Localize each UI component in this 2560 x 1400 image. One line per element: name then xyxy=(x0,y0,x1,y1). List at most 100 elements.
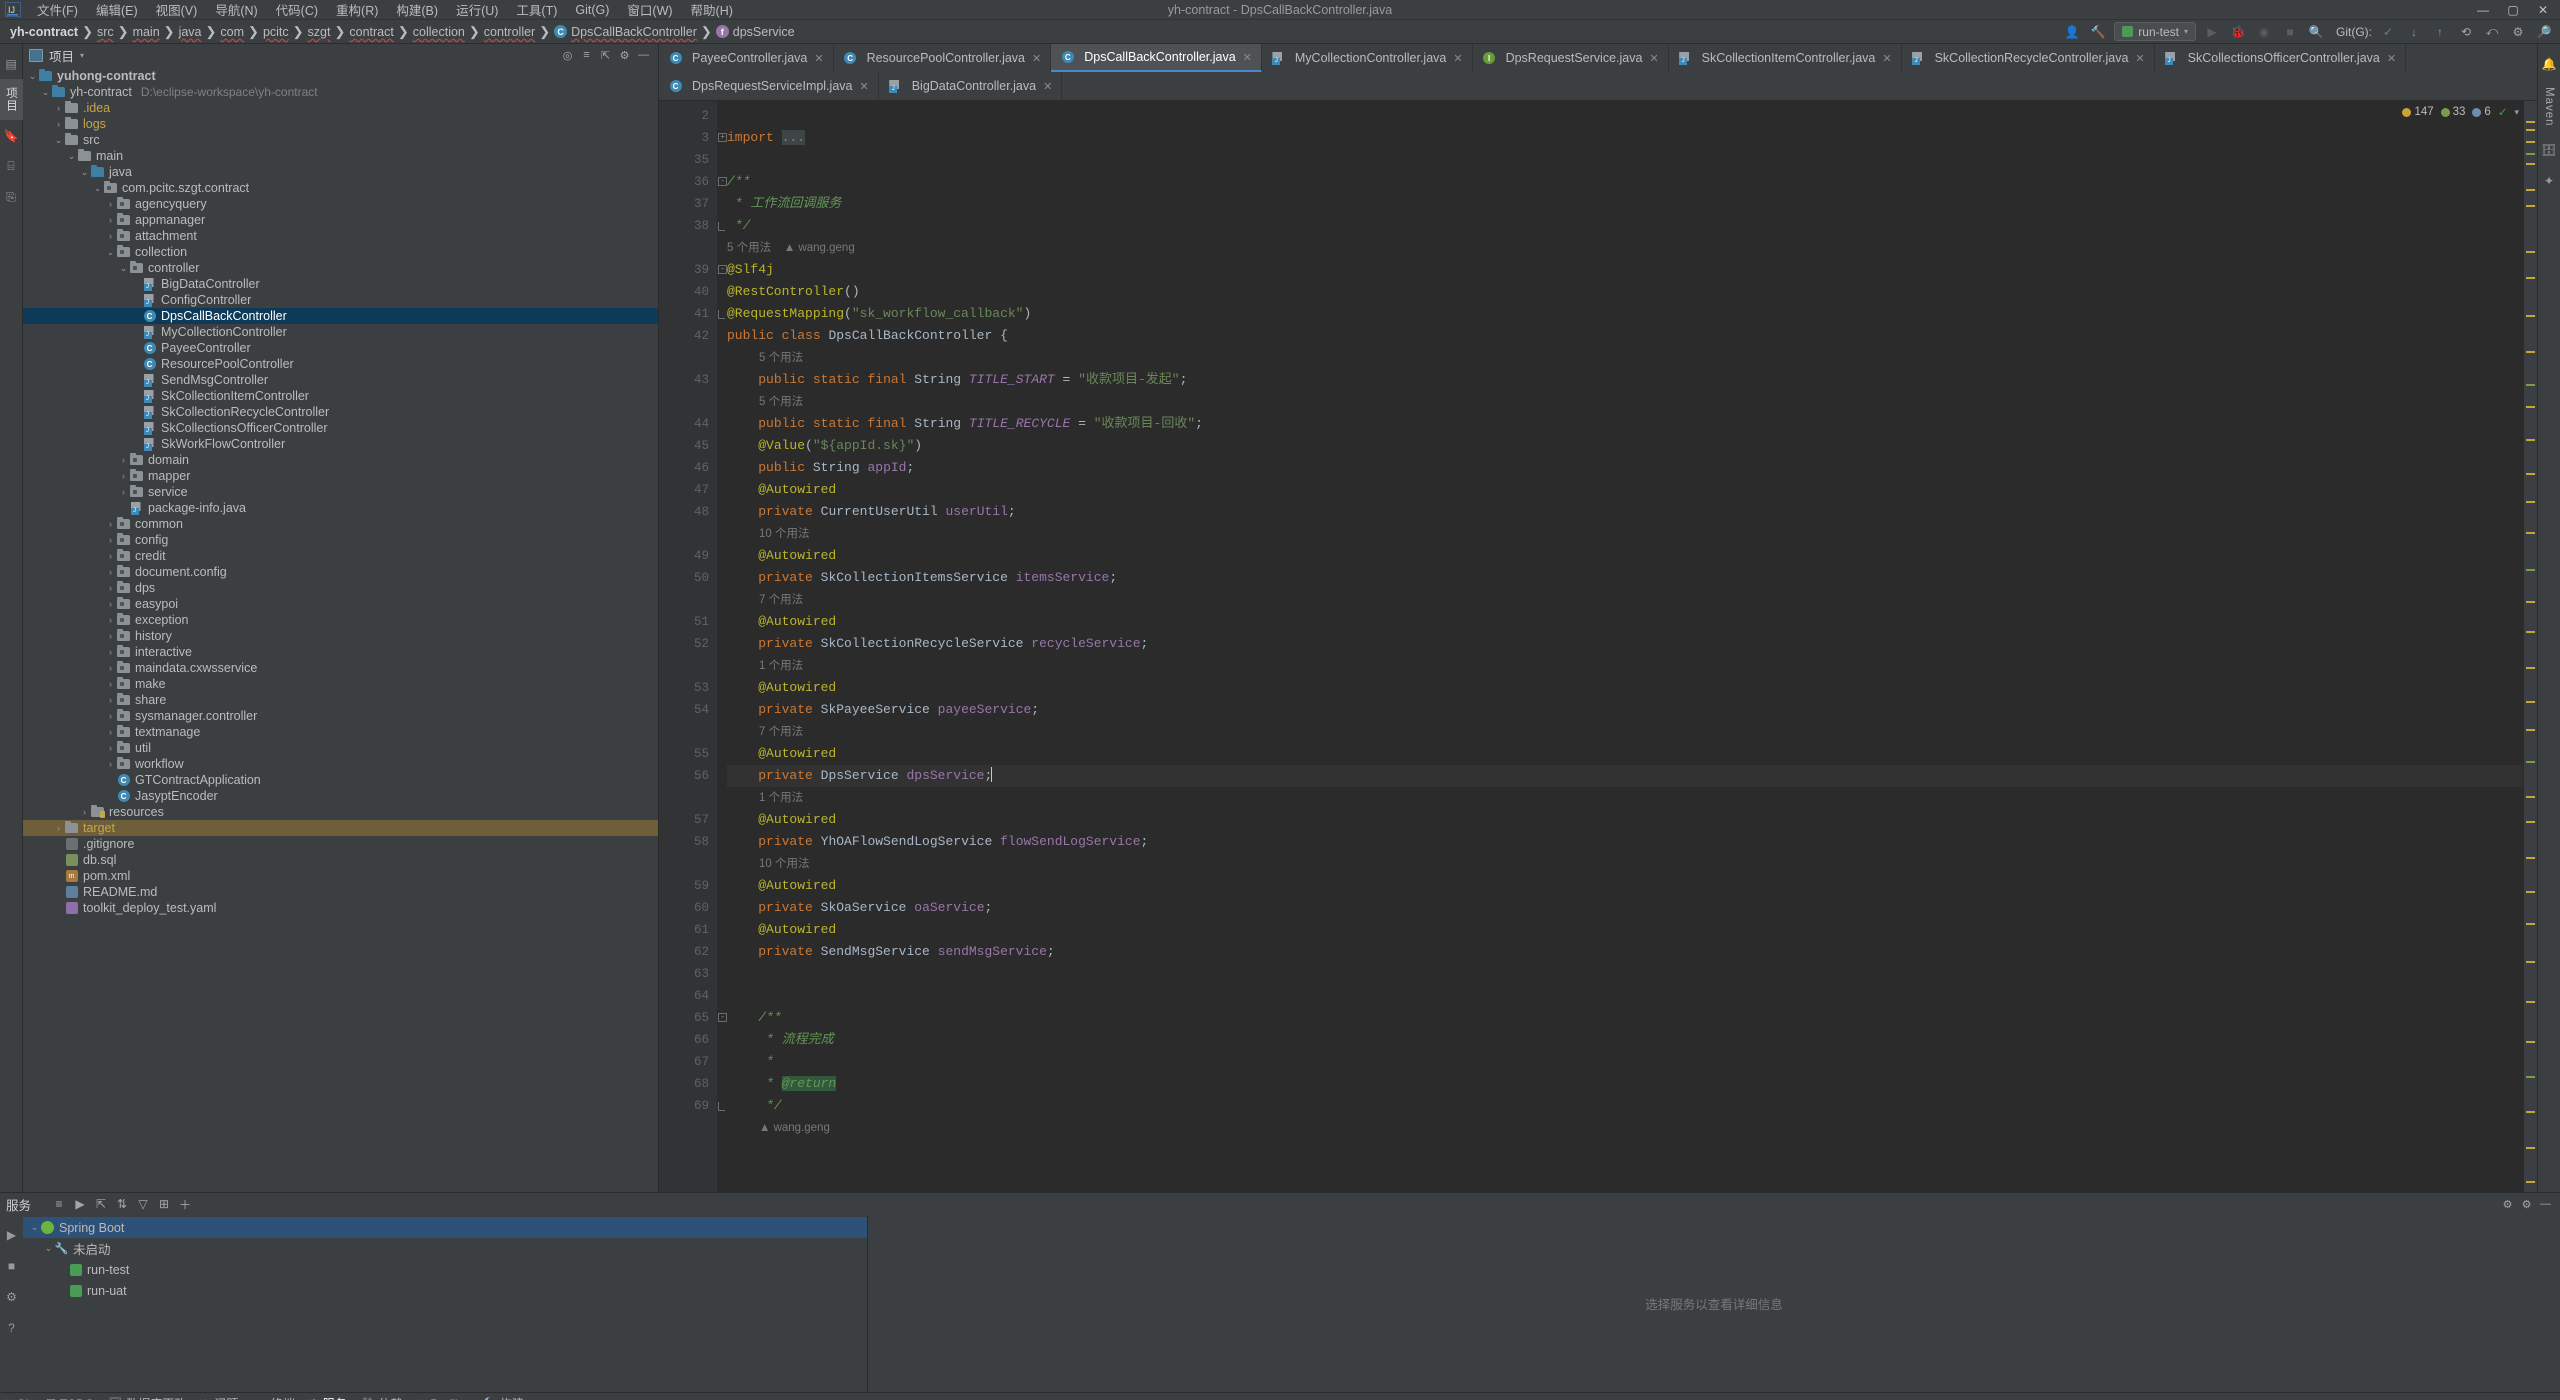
tree-item-easypoi[interactable]: › easypoi xyxy=(23,596,658,612)
chevron-right-icon[interactable]: › xyxy=(105,599,116,609)
collapse-all-icon[interactable]: ⇱ xyxy=(91,1194,111,1214)
navbar-right-actions[interactable]: 👤 🔨 run-test ▾ ▶ 🐞 ◉ ■ 🔍 Git(G): ✓ ↓ ↑ ⟲… xyxy=(2062,22,2560,42)
chevron-right-icon[interactable]: · xyxy=(131,327,142,337)
chevron-right-icon[interactable]: · xyxy=(131,311,142,321)
services-header-actions[interactable]: ⚙ ⚙ — xyxy=(2499,1196,2554,1213)
breadcrumb-item-com[interactable]: com xyxy=(216,24,248,40)
inlay-hint[interactable]: 5 个用法 xyxy=(727,347,2537,369)
tree-item-document-config[interactable]: › document.config xyxy=(23,564,658,580)
code-line[interactable]: public static final String TITLE_START =… xyxy=(727,369,2537,391)
tree-item-sendmsgcontroller[interactable]: · SendMsgController xyxy=(23,372,658,388)
chevron-right-icon[interactable]: › xyxy=(105,615,116,625)
close-icon[interactable]: ✕ xyxy=(1882,52,1891,65)
warning-count[interactable]: 147 xyxy=(2402,106,2434,118)
chevron-right-icon[interactable]: › xyxy=(105,231,116,241)
right-tool-strip[interactable]: 🔔 Maven 🗄 ✦ xyxy=(2537,44,2560,1192)
settings-gear-icon[interactable]: ⚙ xyxy=(2508,22,2528,42)
locate-file-icon[interactable]: ◎ xyxy=(559,47,576,64)
code-line[interactable] xyxy=(727,149,2537,171)
inspection-marker[interactable] xyxy=(2526,821,2535,823)
tree-item-package-info-java[interactable]: · package-info.java xyxy=(23,500,658,516)
tree-item-maindata-cxwsservice[interactable]: › maindata.cxwsservice xyxy=(23,660,658,676)
stop-button[interactable]: ■ xyxy=(2280,22,2300,42)
inspection-marker[interactable] xyxy=(2526,761,2535,763)
breadcrumb-item-field[interactable]: f dpsService xyxy=(712,24,799,40)
services-tree[interactable]: ⌄Spring Boot⌄🔧未启动·run-test·run-uat xyxy=(23,1215,868,1392)
structure-icon[interactable]: ⌸ xyxy=(3,158,20,175)
close-icon[interactable]: ✕ xyxy=(1032,52,1041,65)
menu-item-code[interactable]: 代码(C) xyxy=(267,0,327,21)
tree-item-attachment[interactable]: › attachment xyxy=(23,228,658,244)
chevron-right-icon[interactable]: › xyxy=(105,711,116,721)
code-line[interactable] xyxy=(727,985,2537,1007)
breadcrumb-item-class[interactable]: C DpsCallBackController xyxy=(550,24,701,40)
project-panel-actions[interactable]: ◎ ≡ ⇱ ⚙ — xyxy=(559,47,652,64)
editor-tab-dpsrequestserviceimpl[interactable]: C DpsRequestServiceImpl.java ✕ xyxy=(659,72,879,100)
inspection-marker[interactable] xyxy=(2526,501,2535,503)
code-line[interactable]: @Autowired xyxy=(727,545,2537,567)
bottom-bar-git[interactable]: ⑂Git xyxy=(6,1397,32,1400)
chevron-right-icon[interactable]: › xyxy=(118,455,129,465)
bottom-bar--[interactable]: ⚠问题 xyxy=(200,1395,238,1400)
chevron-right-icon[interactable]: · xyxy=(53,887,64,897)
chevron-down-icon[interactable]: ⌄ xyxy=(105,247,116,258)
main-menu[interactable]: 文件(F) 编辑(E) 视图(V) 导航(N) 代码(C) 重构(R) 构建(B… xyxy=(28,0,742,21)
project-panel-icon[interactable]: ▤ xyxy=(3,55,20,72)
inspection-marker[interactable] xyxy=(2526,315,2535,317)
tree-item-collection[interactable]: ⌄ collection xyxy=(23,244,658,260)
inspection-marker[interactable] xyxy=(2526,189,2535,191)
code-line[interactable]: @Autowired xyxy=(727,743,2537,765)
chevron-right-icon[interactable]: · xyxy=(131,375,142,385)
window-controls[interactable]: — ▢ ✕ xyxy=(2468,0,2560,20)
close-icon[interactable]: ✕ xyxy=(860,80,869,93)
code-line[interactable]: */ xyxy=(727,1095,2537,1117)
chevron-right-icon[interactable]: › xyxy=(105,583,116,593)
tree-item-yuhong-contract[interactable]: ⌄ yuhong-contract xyxy=(23,68,658,84)
editor-tab-skcollectionrecyclecontroller[interactable]: SkCollectionRecycleController.java ✕ xyxy=(1902,44,2155,72)
chevron-right-icon[interactable]: · xyxy=(131,407,142,417)
search-icon[interactable]: 🔎 xyxy=(2534,22,2554,42)
inlay-hint[interactable]: 5 个用法 xyxy=(727,391,2537,413)
chevron-down-icon[interactable]: ⌄ xyxy=(92,183,103,194)
vcs-commit-icon[interactable]: ↓ xyxy=(2404,22,2424,42)
inspection-marker[interactable] xyxy=(2526,1041,2535,1043)
chevron-right-icon[interactable]: · xyxy=(57,1265,68,1275)
chevron-right-icon[interactable]: › xyxy=(105,663,116,673)
chevron-right-icon[interactable]: › xyxy=(105,567,116,577)
close-icon[interactable]: ✕ xyxy=(1649,52,1658,65)
services-item-spring-boot[interactable]: ⌄ Spring Boot xyxy=(23,1217,867,1238)
inspection-marker[interactable] xyxy=(2526,351,2535,353)
profiler-button[interactable]: ◉ xyxy=(2254,22,2274,42)
tree-item-dpscallbackcontroller[interactable]: ·C DpsCallBackController xyxy=(23,308,658,324)
chevron-right-icon[interactable]: › xyxy=(105,679,116,689)
bottom-bar-profiler[interactable]: ◉Profiler xyxy=(417,1397,469,1400)
history-icon[interactable]: ⟲ xyxy=(2456,22,2476,42)
commit-icon[interactable]: ⎘ xyxy=(3,189,20,206)
tree-item-jasyptencoder[interactable]: ·C JasyptEncoder xyxy=(23,788,658,804)
chevron-right-icon[interactable]: · xyxy=(53,839,64,849)
hide-panel-icon[interactable]: — xyxy=(635,47,652,64)
collapse-all-icon[interactable]: ⇱ xyxy=(597,47,614,64)
close-icon[interactable]: ✕ xyxy=(1243,51,1252,64)
inlay-hint[interactable]: 7 个用法 xyxy=(727,589,2537,611)
editor-tab-payeecontroller[interactable]: C PayeeController.java ✕ xyxy=(659,44,834,72)
debug-button[interactable]: 🐞 xyxy=(2228,22,2248,42)
help-icon[interactable]: ? xyxy=(3,1319,20,1336)
inlay-hint[interactable]: 1 个用法 xyxy=(727,787,2537,809)
tree-item-common[interactable]: › common xyxy=(23,516,658,532)
chevron-down-icon[interactable]: ▾ xyxy=(2514,107,2519,118)
breadcrumb-item-java[interactable]: java xyxy=(175,24,206,40)
chevron-right-icon[interactable]: · xyxy=(131,359,142,369)
chevron-right-icon[interactable]: · xyxy=(131,343,142,353)
bottom-bar--[interactable]: 🗄数据库更改 xyxy=(108,1395,186,1400)
code-line[interactable]: private SkPayeeService payeeService; xyxy=(727,699,2537,721)
chevron-right-icon[interactable]: › xyxy=(105,551,116,561)
menu-item-file[interactable]: 文件(F) xyxy=(28,0,87,21)
editor-tab-dpscallbackcontroller[interactable]: C DpsCallBackController.java ✕ xyxy=(1051,44,1262,72)
rerun-icon[interactable]: ▶ xyxy=(3,1226,20,1243)
chevron-down-icon[interactable]: ⌄ xyxy=(118,263,129,274)
add-icon[interactable]: ＋ xyxy=(175,1194,195,1214)
close-icon[interactable]: ✕ xyxy=(1043,80,1052,93)
menu-item-build[interactable]: 构建(B) xyxy=(387,0,447,21)
chevron-down-icon[interactable]: ⌄ xyxy=(79,167,90,178)
